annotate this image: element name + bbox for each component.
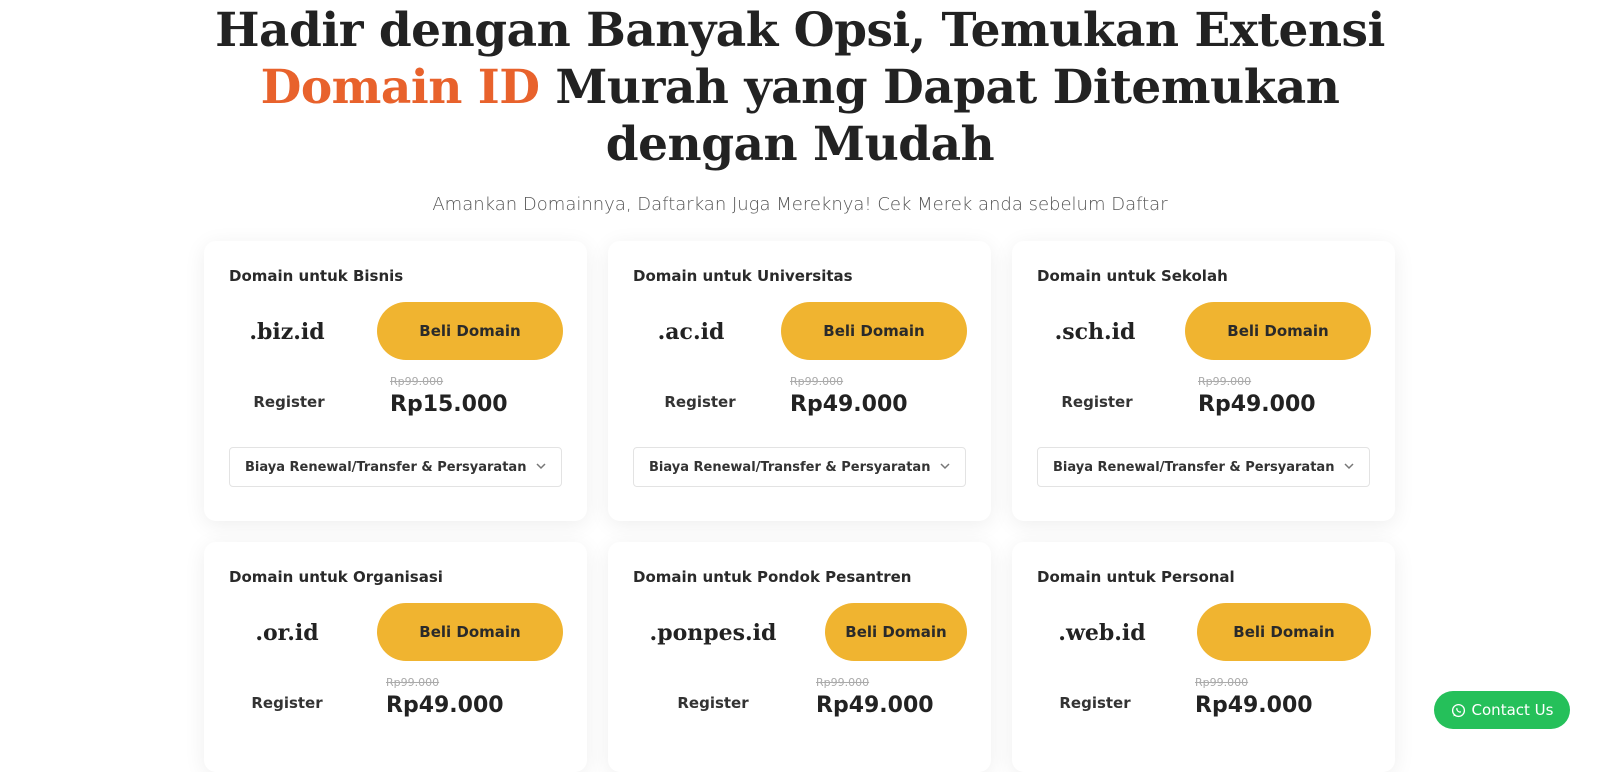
dropdown-label: Biaya Renewal/Transfer & Persyaratan — [1053, 460, 1335, 475]
renewal-dropdown[interactable]: Biaya Renewal/Transfer & Persyaratan — [633, 447, 966, 487]
domain-extension: .biz.id — [249, 319, 325, 345]
buy-domain-button[interactable]: Beli Domain — [377, 302, 563, 360]
dropdown-label: Biaya Renewal/Transfer & Persyaratan — [649, 460, 931, 475]
domain-card-biz: Domain untuk Bisnis .biz.id Beli Domain … — [204, 241, 587, 521]
price: Rp49.000 — [1195, 693, 1313, 718]
register-label: Register — [677, 694, 749, 712]
contact-us-button[interactable]: Contact Us — [1434, 691, 1570, 729]
buy-domain-button[interactable]: Beli Domain — [1185, 302, 1371, 360]
title-line-1: Hadir dengan Banyak Opsi, Temukan Extens… — [215, 3, 1385, 58]
card-title: Domain untuk Bisnis — [229, 267, 404, 285]
old-price: Rp99.000 — [386, 676, 440, 689]
domain-extension: .sch.id — [1054, 319, 1136, 345]
old-price: Rp99.000 — [1195, 676, 1249, 689]
domain-extension: .or.id — [255, 620, 319, 646]
title-line-2: Murah yang Dapat Ditemukan — [539, 60, 1340, 115]
contact-us-label: Contact Us — [1471, 701, 1554, 719]
register-label: Register — [1061, 393, 1133, 411]
renewal-dropdown[interactable]: Biaya Renewal/Transfer & Persyaratan — [229, 447, 562, 487]
dropdown-label: Biaya Renewal/Transfer & Persyaratan — [245, 460, 527, 475]
renewal-dropdown[interactable]: Biaya Renewal/Transfer & Persyaratan — [1037, 447, 1370, 487]
page-subtitle: Amankan Domainnya, Daftarkan Juga Merekn… — [432, 194, 1168, 215]
chevron-down-icon — [940, 463, 950, 470]
chevron-down-icon — [1344, 463, 1354, 470]
price: Rp15.000 — [390, 392, 508, 417]
domain-card-ponpes: Domain untuk Pondok Pesantren .ponpes.id… — [608, 542, 991, 772]
buy-domain-button[interactable]: Beli Domain — [377, 603, 563, 661]
old-price: Rp99.000 — [790, 375, 844, 388]
price: Rp49.000 — [386, 693, 504, 718]
old-price: Rp99.000 — [816, 676, 870, 689]
price: Rp49.000 — [1198, 392, 1316, 417]
buy-domain-button[interactable]: Beli Domain — [781, 302, 967, 360]
old-price: Rp99.000 — [1198, 375, 1252, 388]
domain-card-web: Domain untuk Personal .web.id Beli Domai… — [1012, 542, 1395, 772]
price: Rp49.000 — [816, 693, 934, 718]
card-title: Domain untuk Organisasi — [229, 568, 443, 586]
card-title: Domain untuk Personal — [1037, 568, 1235, 586]
card-title: Domain untuk Universitas — [633, 267, 853, 285]
domain-extension: .ponpes.id — [649, 620, 777, 646]
title-accent: Domain ID — [260, 60, 540, 115]
register-label: Register — [251, 694, 323, 712]
register-label: Register — [664, 393, 736, 411]
domain-card-or: Domain untuk Organisasi .or.id Beli Doma… — [204, 542, 587, 772]
register-label: Register — [253, 393, 325, 411]
domain-extension: .ac.id — [657, 319, 725, 345]
buy-domain-button[interactable]: Beli Domain — [1197, 603, 1371, 661]
register-label: Register — [1059, 694, 1131, 712]
title-line-3: dengan Mudah — [605, 117, 995, 172]
card-title: Domain untuk Sekolah — [1037, 267, 1228, 285]
chevron-down-icon — [536, 463, 546, 470]
buy-domain-button[interactable]: Beli Domain — [825, 603, 967, 661]
domain-card-sch: Domain untuk Sekolah .sch.id Beli Domain… — [1012, 241, 1395, 521]
domain-card-ac: Domain untuk Universitas .ac.id Beli Dom… — [608, 241, 991, 521]
whatsapp-icon — [1451, 703, 1465, 718]
old-price: Rp99.000 — [390, 375, 444, 388]
price: Rp49.000 — [790, 392, 908, 417]
page-title: Hadir dengan Banyak Opsi, Temukan Extens… — [200, 2, 1400, 173]
domain-extension: .web.id — [1058, 620, 1146, 646]
card-title: Domain untuk Pondok Pesantren — [633, 568, 912, 586]
